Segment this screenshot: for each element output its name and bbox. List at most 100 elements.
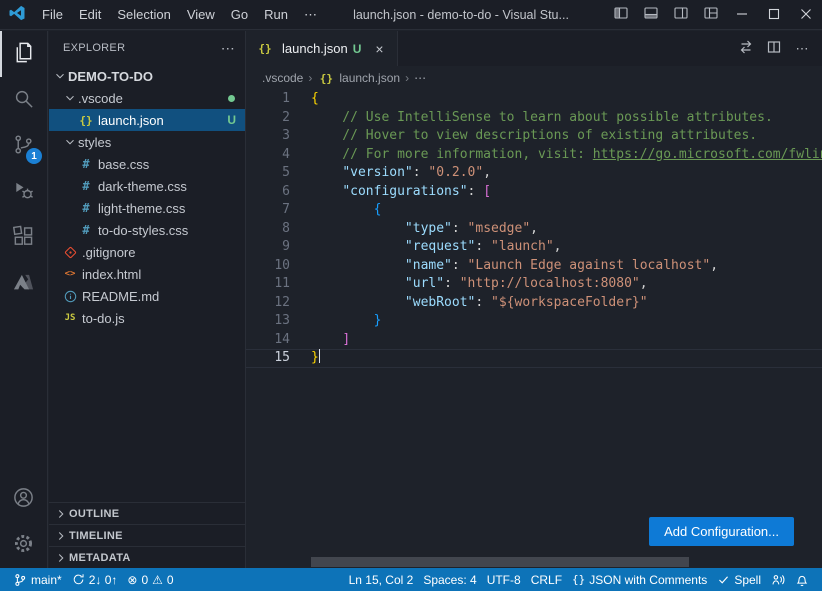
code-line-15[interactable]: 15} (246, 349, 822, 368)
tree-item--vscode[interactable]: .vscode (49, 87, 245, 109)
info-icon (61, 288, 79, 304)
indentation[interactable]: Spaces: 4 (418, 573, 481, 587)
code-line-2[interactable]: 2 // Use IntelliSense to learn about pos… (246, 109, 822, 128)
tree-item-styles[interactable]: styles (49, 131, 245, 153)
tree-item-dark-theme-css[interactable]: #dark-theme.css (49, 175, 245, 197)
activity-bar-bottom (0, 476, 47, 568)
menu-view[interactable]: View (179, 0, 223, 30)
search-activity-button[interactable] (0, 77, 47, 123)
tree-item-to-do-styles-css[interactable]: #to-do-styles.css (49, 219, 245, 241)
source-control-activity-button[interactable]: 1 (0, 123, 47, 169)
explorer-header: EXPLORER ⋯ (49, 31, 245, 65)
menu-more[interactable]: ⋯ (296, 0, 325, 30)
panel-outline[interactable]: OUTLINE (49, 502, 245, 524)
breadcrumb-item[interactable]: .vscode (262, 71, 303, 85)
code-area[interactable]: 1{2 // Use IntelliSense to learn about p… (246, 90, 822, 568)
encoding[interactable]: UTF-8 (482, 573, 526, 587)
breadcrumb-separator: › (308, 71, 312, 85)
menu-run[interactable]: Run (256, 0, 296, 30)
toggle-secondary-sidebar-icon[interactable] (666, 0, 696, 30)
extensions-activity-button[interactable] (0, 215, 47, 261)
tree-item-light-theme-css[interactable]: #light-theme.css (49, 197, 245, 219)
horizontal-scrollbar[interactable] (311, 557, 689, 567)
tree-item-demo-to-do[interactable]: DEMO-TO-DO (49, 65, 245, 87)
breadcrumb-separator: › (405, 71, 409, 85)
code-line-3[interactable]: 3 // Hover to view descriptions of exist… (246, 127, 822, 146)
css-icon: # (77, 156, 95, 172)
code-line-10[interactable]: 10 "name": "Launch Edge against localhos… (246, 257, 822, 276)
json-icon: {} (77, 112, 95, 128)
panel-metadata[interactable]: METADATA (49, 546, 245, 568)
toggle-sidebar-icon[interactable] (606, 0, 636, 30)
accounts-button[interactable] (0, 476, 47, 522)
minimize-button[interactable] (726, 0, 758, 30)
problems-status[interactable]: ⊗0⚠0 (122, 573, 178, 587)
css-icon: # (77, 200, 95, 216)
notifications[interactable] (790, 573, 814, 587)
line-number: 5 (246, 164, 290, 183)
run-debug-icon (12, 179, 35, 205)
toggle-panel-icon[interactable] (636, 0, 666, 30)
menu-selection[interactable]: Selection (109, 0, 178, 30)
line-number: 6 (246, 183, 290, 202)
spell-checker[interactable]: Spell (712, 573, 766, 587)
check-icon (717, 573, 730, 586)
eol-sequence[interactable]: CRLF (526, 573, 567, 587)
close-button[interactable] (790, 0, 822, 30)
maximize-button[interactable] (758, 0, 790, 30)
more-actions-icon[interactable]: ⋯ (788, 35, 816, 63)
menu-file[interactable]: File (34, 0, 71, 30)
code-line-6[interactable]: 6 "configurations": [ (246, 183, 822, 202)
tree-item--gitignore[interactable]: .gitignore (49, 241, 245, 263)
tab-close-icon[interactable]: × (369, 39, 389, 59)
code-line-8[interactable]: 8 "type": "msedge", (246, 220, 822, 239)
explorer-sidebar: EXPLORER ⋯ DEMO-TO-DO.vscode{}launch.jso… (49, 31, 246, 568)
customize-layout-icon[interactable] (696, 0, 726, 30)
git-icon (61, 244, 79, 260)
language-mode[interactable]: {}JSON with Comments (567, 573, 712, 587)
menu-go[interactable]: Go (223, 0, 256, 30)
explorer-activity-button[interactable] (0, 31, 47, 77)
settings-button[interactable] (0, 522, 47, 568)
code-line-9[interactable]: 9 "request": "launch", (246, 238, 822, 257)
line-number: 14 (246, 331, 290, 350)
css-icon: # (77, 222, 95, 238)
tree-item-to-do-js[interactable]: JSto-do.js (49, 307, 245, 329)
tab-launch-json[interactable]: {} launch.json U × (246, 31, 398, 66)
sync-status[interactable]: 2↓ 0↑ (67, 573, 123, 587)
chevron-down-icon (61, 134, 78, 150)
branch-status[interactable]: main* (8, 573, 67, 587)
error-icon: ⊗ (127, 574, 137, 586)
titlebar-controls (606, 0, 822, 29)
azure-activity-button[interactable] (0, 261, 47, 307)
code-line-12[interactable]: 12 "webRoot": "${workspaceFolder}" (246, 294, 822, 313)
code-line-4[interactable]: 4 // For more information, visit: https:… (246, 146, 822, 165)
code-line-14[interactable]: 14 ] (246, 331, 822, 350)
code-line-5[interactable]: 5 "version": "0.2.0", (246, 164, 822, 183)
tree-item-launch-json[interactable]: {}launch.jsonU (49, 109, 245, 131)
split-editor-icon[interactable] (760, 35, 788, 63)
window-title: launch.json - demo-to-do - Visual Stu... (330, 8, 592, 22)
run-debug-activity-button[interactable] (0, 169, 47, 215)
line-number: 8 (246, 220, 290, 239)
breadcrumb-item[interactable]: ⋯ (414, 71, 426, 85)
line-number: 3 (246, 127, 290, 146)
git-status-badge: U (227, 113, 236, 127)
tree-item-index-html[interactable]: <>index.html (49, 263, 245, 285)
cursor-position[interactable]: Ln 15, Col 2 (344, 573, 419, 587)
compare-changes-icon[interactable] (732, 35, 760, 63)
tree-item-base-css[interactable]: #base.css (49, 153, 245, 175)
breadcrumb-item[interactable]: {}launch.json (317, 70, 400, 86)
explorer-more-actions-icon[interactable]: ⋯ (221, 40, 235, 57)
feedback[interactable] (766, 573, 790, 587)
code-line-13[interactable]: 13 } (246, 312, 822, 331)
chevron-right-icon (52, 528, 69, 544)
extensions-icon (12, 225, 35, 251)
panel-timeline[interactable]: TIMELINE (49, 524, 245, 546)
add-configuration-button[interactable]: Add Configuration... (649, 517, 794, 546)
menu-edit[interactable]: Edit (71, 0, 109, 30)
code-line-1[interactable]: 1{ (246, 90, 822, 109)
code-line-7[interactable]: 7 { (246, 201, 822, 220)
code-line-11[interactable]: 11 "url": "http://localhost:8080", (246, 275, 822, 294)
tree-item-readme-md[interactable]: README.md (49, 285, 245, 307)
